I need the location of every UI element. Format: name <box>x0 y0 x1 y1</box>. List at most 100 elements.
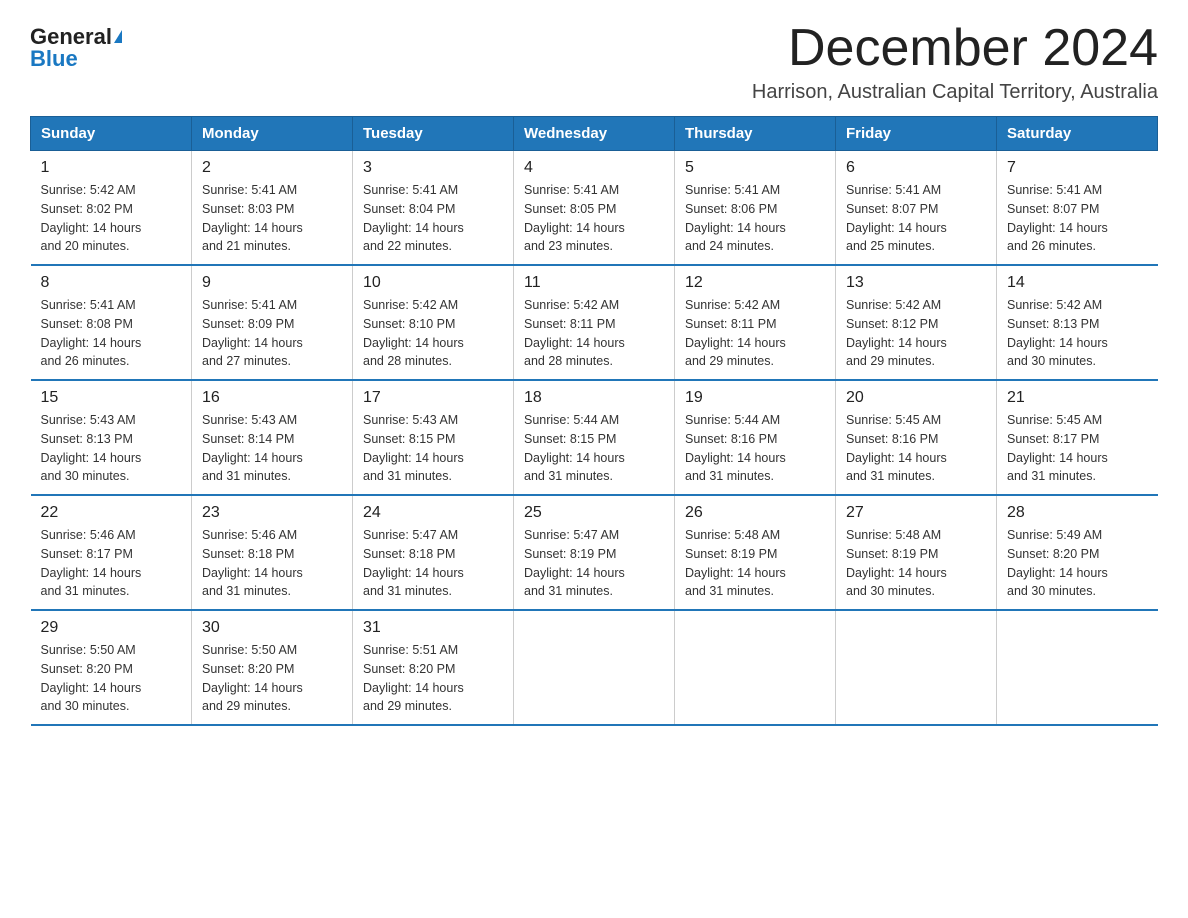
day-number: 4 <box>524 159 664 177</box>
calendar-week-row: 8 Sunrise: 5:41 AM Sunset: 8:08 PM Dayli… <box>31 265 1158 380</box>
calendar-cell: 4 Sunrise: 5:41 AM Sunset: 8:05 PM Dayli… <box>514 151 675 266</box>
logo-triangle-icon <box>114 30 122 43</box>
calendar-cell: 30 Sunrise: 5:50 AM Sunset: 8:20 PM Dayl… <box>192 610 353 725</box>
day-info: Sunrise: 5:42 AM Sunset: 8:12 PM Dayligh… <box>846 296 986 371</box>
day-number: 13 <box>846 274 986 292</box>
calendar-cell <box>675 610 836 725</box>
calendar-cell: 6 Sunrise: 5:41 AM Sunset: 8:07 PM Dayli… <box>836 151 997 266</box>
day-number: 24 <box>363 504 503 522</box>
calendar-cell <box>836 610 997 725</box>
day-header-tuesday: Tuesday <box>353 117 514 151</box>
day-header-sunday: Sunday <box>31 117 192 151</box>
day-number: 29 <box>41 619 182 637</box>
calendar-cell <box>514 610 675 725</box>
calendar-cell: 28 Sunrise: 5:49 AM Sunset: 8:20 PM Dayl… <box>997 495 1158 610</box>
calendar-cell: 1 Sunrise: 5:42 AM Sunset: 8:02 PM Dayli… <box>31 151 192 266</box>
day-number: 31 <box>363 619 503 637</box>
day-number: 18 <box>524 389 664 407</box>
day-info: Sunrise: 5:50 AM Sunset: 8:20 PM Dayligh… <box>202 641 342 716</box>
day-info: Sunrise: 5:41 AM Sunset: 8:07 PM Dayligh… <box>846 181 986 256</box>
day-number: 25 <box>524 504 664 522</box>
calendar-cell: 27 Sunrise: 5:48 AM Sunset: 8:19 PM Dayl… <box>836 495 997 610</box>
day-info: Sunrise: 5:49 AM Sunset: 8:20 PM Dayligh… <box>1007 526 1148 601</box>
calendar-week-row: 1 Sunrise: 5:42 AM Sunset: 8:02 PM Dayli… <box>31 151 1158 266</box>
calendar-cell: 17 Sunrise: 5:43 AM Sunset: 8:15 PM Dayl… <box>353 380 514 495</box>
day-number: 8 <box>41 274 182 292</box>
day-header-saturday: Saturday <box>997 117 1158 151</box>
calendar-cell: 12 Sunrise: 5:42 AM Sunset: 8:11 PM Dayl… <box>675 265 836 380</box>
day-info: Sunrise: 5:50 AM Sunset: 8:20 PM Dayligh… <box>41 641 182 716</box>
day-info: Sunrise: 5:41 AM Sunset: 8:08 PM Dayligh… <box>41 296 182 371</box>
calendar-cell: 18 Sunrise: 5:44 AM Sunset: 8:15 PM Dayl… <box>514 380 675 495</box>
day-info: Sunrise: 5:42 AM Sunset: 8:13 PM Dayligh… <box>1007 296 1148 371</box>
day-number: 2 <box>202 159 342 177</box>
day-info: Sunrise: 5:41 AM Sunset: 8:03 PM Dayligh… <box>202 181 342 256</box>
day-info: Sunrise: 5:47 AM Sunset: 8:18 PM Dayligh… <box>363 526 503 601</box>
day-info: Sunrise: 5:41 AM Sunset: 8:04 PM Dayligh… <box>363 181 503 256</box>
day-number: 10 <box>363 274 503 292</box>
calendar-cell: 3 Sunrise: 5:41 AM Sunset: 8:04 PM Dayli… <box>353 151 514 266</box>
day-info: Sunrise: 5:41 AM Sunset: 8:06 PM Dayligh… <box>685 181 825 256</box>
calendar-cell: 5 Sunrise: 5:41 AM Sunset: 8:06 PM Dayli… <box>675 151 836 266</box>
day-number: 21 <box>1007 389 1148 407</box>
calendar-cell: 14 Sunrise: 5:42 AM Sunset: 8:13 PM Dayl… <box>997 265 1158 380</box>
day-number: 15 <box>41 389 182 407</box>
calendar-cell: 16 Sunrise: 5:43 AM Sunset: 8:14 PM Dayl… <box>192 380 353 495</box>
calendar-cell: 22 Sunrise: 5:46 AM Sunset: 8:17 PM Dayl… <box>31 495 192 610</box>
calendar-cell: 7 Sunrise: 5:41 AM Sunset: 8:07 PM Dayli… <box>997 151 1158 266</box>
day-number: 12 <box>685 274 825 292</box>
calendar-body: 1 Sunrise: 5:42 AM Sunset: 8:02 PM Dayli… <box>31 151 1158 726</box>
day-header-friday: Friday <box>836 117 997 151</box>
day-info: Sunrise: 5:46 AM Sunset: 8:17 PM Dayligh… <box>41 526 182 601</box>
calendar-cell: 19 Sunrise: 5:44 AM Sunset: 8:16 PM Dayl… <box>675 380 836 495</box>
day-info: Sunrise: 5:41 AM Sunset: 8:05 PM Dayligh… <box>524 181 664 256</box>
day-number: 30 <box>202 619 342 637</box>
day-number: 14 <box>1007 274 1148 292</box>
calendar-cell: 24 Sunrise: 5:47 AM Sunset: 8:18 PM Dayl… <box>353 495 514 610</box>
day-info: Sunrise: 5:46 AM Sunset: 8:18 PM Dayligh… <box>202 526 342 601</box>
calendar-cell: 11 Sunrise: 5:42 AM Sunset: 8:11 PM Dayl… <box>514 265 675 380</box>
calendar-header: SundayMondayTuesdayWednesdayThursdayFrid… <box>31 117 1158 151</box>
day-number: 3 <box>363 159 503 177</box>
calendar-cell <box>997 610 1158 725</box>
calendar-cell: 8 Sunrise: 5:41 AM Sunset: 8:08 PM Dayli… <box>31 265 192 380</box>
calendar-cell: 26 Sunrise: 5:48 AM Sunset: 8:19 PM Dayl… <box>675 495 836 610</box>
day-number: 7 <box>1007 159 1148 177</box>
day-number: 11 <box>524 274 664 292</box>
day-number: 22 <box>41 504 182 522</box>
day-number: 1 <box>41 159 182 177</box>
logo: General Blue <box>30 26 122 70</box>
calendar-week-row: 22 Sunrise: 5:46 AM Sunset: 8:17 PM Dayl… <box>31 495 1158 610</box>
calendar-cell: 31 Sunrise: 5:51 AM Sunset: 8:20 PM Dayl… <box>353 610 514 725</box>
day-info: Sunrise: 5:43 AM Sunset: 8:14 PM Dayligh… <box>202 411 342 486</box>
calendar-table: SundayMondayTuesdayWednesdayThursdayFrid… <box>30 116 1158 726</box>
day-header-monday: Monday <box>192 117 353 151</box>
day-info: Sunrise: 5:48 AM Sunset: 8:19 PM Dayligh… <box>846 526 986 601</box>
location-title: Harrison, Australian Capital Territory, … <box>752 81 1158 104</box>
calendar-cell: 13 Sunrise: 5:42 AM Sunset: 8:12 PM Dayl… <box>836 265 997 380</box>
calendar-week-row: 29 Sunrise: 5:50 AM Sunset: 8:20 PM Dayl… <box>31 610 1158 725</box>
day-info: Sunrise: 5:41 AM Sunset: 8:07 PM Dayligh… <box>1007 181 1148 256</box>
day-info: Sunrise: 5:43 AM Sunset: 8:15 PM Dayligh… <box>363 411 503 486</box>
day-number: 28 <box>1007 504 1148 522</box>
calendar-cell: 23 Sunrise: 5:46 AM Sunset: 8:18 PM Dayl… <box>192 495 353 610</box>
day-info: Sunrise: 5:51 AM Sunset: 8:20 PM Dayligh… <box>363 641 503 716</box>
day-number: 23 <box>202 504 342 522</box>
day-header-wednesday: Wednesday <box>514 117 675 151</box>
calendar-cell: 9 Sunrise: 5:41 AM Sunset: 8:09 PM Dayli… <box>192 265 353 380</box>
day-number: 17 <box>363 389 503 407</box>
day-info: Sunrise: 5:42 AM Sunset: 8:02 PM Dayligh… <box>41 181 182 256</box>
day-info: Sunrise: 5:47 AM Sunset: 8:19 PM Dayligh… <box>524 526 664 601</box>
title-block: December 2024 Harrison, Australian Capit… <box>752 20 1158 104</box>
day-number: 16 <box>202 389 342 407</box>
day-info: Sunrise: 5:43 AM Sunset: 8:13 PM Dayligh… <box>41 411 182 486</box>
day-number: 5 <box>685 159 825 177</box>
month-title: December 2024 <box>752 20 1158 77</box>
calendar-cell: 21 Sunrise: 5:45 AM Sunset: 8:17 PM Dayl… <box>997 380 1158 495</box>
day-info: Sunrise: 5:44 AM Sunset: 8:16 PM Dayligh… <box>685 411 825 486</box>
calendar-cell: 29 Sunrise: 5:50 AM Sunset: 8:20 PM Dayl… <box>31 610 192 725</box>
day-info: Sunrise: 5:44 AM Sunset: 8:15 PM Dayligh… <box>524 411 664 486</box>
calendar-cell: 15 Sunrise: 5:43 AM Sunset: 8:13 PM Dayl… <box>31 380 192 495</box>
day-number: 26 <box>685 504 825 522</box>
logo-blue-text: Blue <box>30 48 78 70</box>
